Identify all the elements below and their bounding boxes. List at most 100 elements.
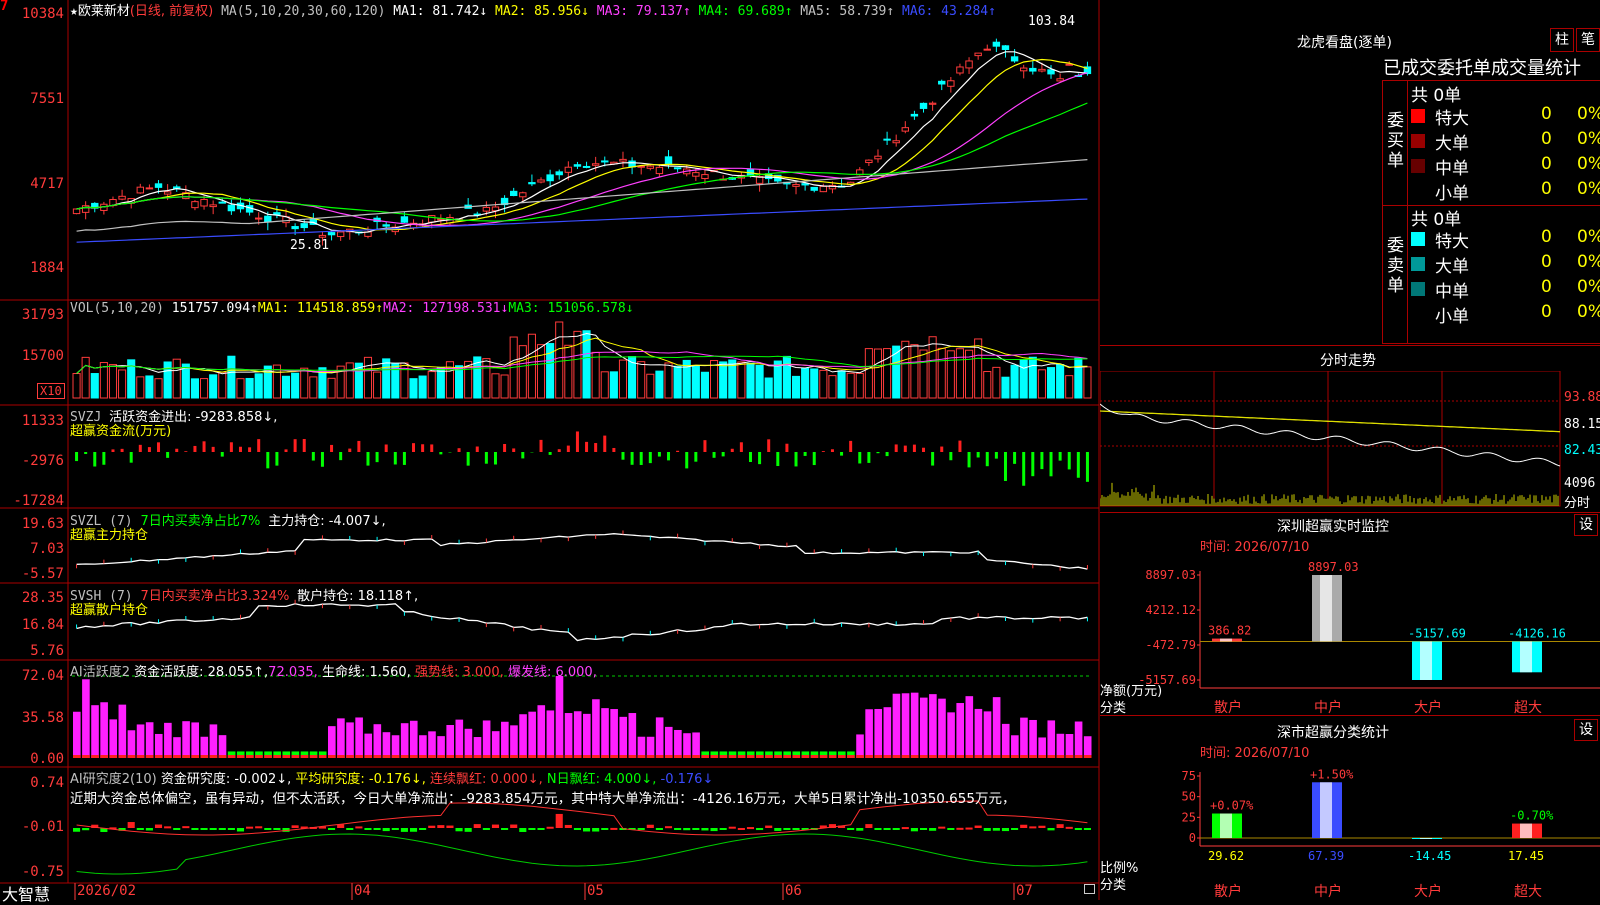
volume-bar [993,367,1000,398]
candle-body [975,53,981,56]
candle-body [802,184,808,185]
research-bar [692,828,699,830]
stock-period[interactable]: (日线, 前复权) [130,4,213,19]
monitor-title: 深圳超赢实时监控 [1277,516,1389,536]
fund-flow-bar [312,452,315,461]
activity-bar [656,717,664,758]
ai2-title: AI研究度2(10) [70,772,157,787]
x-axis-label: 06 [785,883,802,899]
vol-unit-badge[interactable]: X10 [37,383,65,399]
candle-body [292,227,298,229]
vol-value: 151757.094↑ [172,301,258,316]
candle-body [820,186,826,191]
fund-flow-bar [558,449,561,452]
fund-flow-bar [940,447,943,452]
candle-body [529,183,535,184]
activity-base [674,755,682,758]
vol-y-label: 15700 [0,348,64,364]
ai1-active: 资金活跃度: 28.055↑, [134,665,268,680]
activity-base [119,755,127,758]
activity-base [619,755,627,758]
activity-bar [1047,720,1055,758]
research-bar [638,828,645,830]
candle-body [510,191,516,195]
ai1-burst: 爆发线: 6.000, [508,665,597,680]
research-bar [547,827,554,829]
buy-total: 共 0单 [1411,81,1461,106]
volume-bar [811,369,818,398]
fund-flow-bar [767,439,770,452]
candle-body [592,164,598,166]
fund-flow-bar [904,446,907,452]
ai1-y-label: 0.00 [0,751,64,767]
volume-bar [619,360,626,398]
monitor-settings-button[interactable]: 设 [1574,514,1598,536]
ma-label-6: MA6: 43.284↑ [894,4,996,19]
fund-flow-bar [958,441,961,452]
fund-flow-bar [776,452,779,466]
volume-bar [1075,358,1082,398]
fund-flow-bar [503,444,506,452]
research-bar [911,828,918,831]
activity-bar [574,711,582,758]
research-bar [847,828,854,830]
activity-bar [547,710,555,758]
fund-flow-bar [694,452,697,462]
monitor-bar-chart[interactable]: 8897.034212.12-472.79-5157.69386.82散户889… [1100,555,1600,715]
stock-name[interactable]: 欧莱新材 [78,4,130,19]
fund-flow-bar [330,445,333,452]
volume-bar [647,374,654,398]
research-bar [966,828,973,830]
fund-flow-bar [266,452,269,468]
ai2-nred: N日飘红: 4.000↓, [547,772,656,787]
tick-mode-button[interactable]: 笔 [1576,28,1600,52]
activity-base [993,755,1001,758]
fund-flow-bar [785,444,788,452]
sell-row-pct: 0% [1577,227,1600,247]
stats-settings-button[interactable]: 设 [1574,719,1598,741]
volume-bar [902,341,909,398]
fund-flow-bar [285,449,288,452]
activity-bar [328,726,336,758]
volume-bar [119,370,126,398]
fund-flow-bar [594,443,597,452]
intraday-chart[interactable] [1100,371,1600,511]
bar-value-label: 17.45 [1508,849,1544,863]
sell-row-name: 中单 [1435,277,1469,302]
bar-group [1312,782,1342,838]
research-bar [528,828,535,830]
research-bar [756,828,763,830]
main-chart-canvas[interactable] [0,0,1100,900]
candle-body [192,202,198,208]
research-bar [1066,827,1073,829]
volume-bar [228,356,235,398]
candle-body [620,159,626,161]
fund-flow-bar [339,452,342,460]
research-bar [474,824,481,828]
ai2-red: 连续飘红: 0.000↓, [430,772,543,787]
stats-bar-chart[interactable]: 755025029.62+0.07%散户67.39+1.50%中户-14.45大… [1100,760,1600,900]
sell-row-name: 特大 [1435,227,1469,252]
activity-bar [665,727,673,758]
activity-base [255,755,263,758]
volume-bar [601,372,608,398]
ai1-y-label: 35.58 [0,710,64,726]
fund-flow-bar [549,452,552,455]
fund-flow-bar [913,445,916,452]
activity-base [1075,755,1083,758]
volume-bar [938,348,945,398]
volume-bar [956,349,963,398]
bar-mode-button[interactable]: 柱 [1550,28,1574,52]
activity-bar [884,707,892,758]
candle-body [911,114,917,116]
activity-base [629,755,637,758]
star-icon[interactable]: ★ [70,4,78,19]
research-bar [1029,826,1036,828]
activity-base [601,755,609,758]
activity-bar [874,709,882,758]
chart-y-tick-label: 50 [1182,790,1196,804]
candle-body [929,103,935,104]
lock-icon[interactable] [1084,884,1095,894]
buy-row-name: 特大 [1435,104,1469,129]
activity-base [565,755,573,758]
